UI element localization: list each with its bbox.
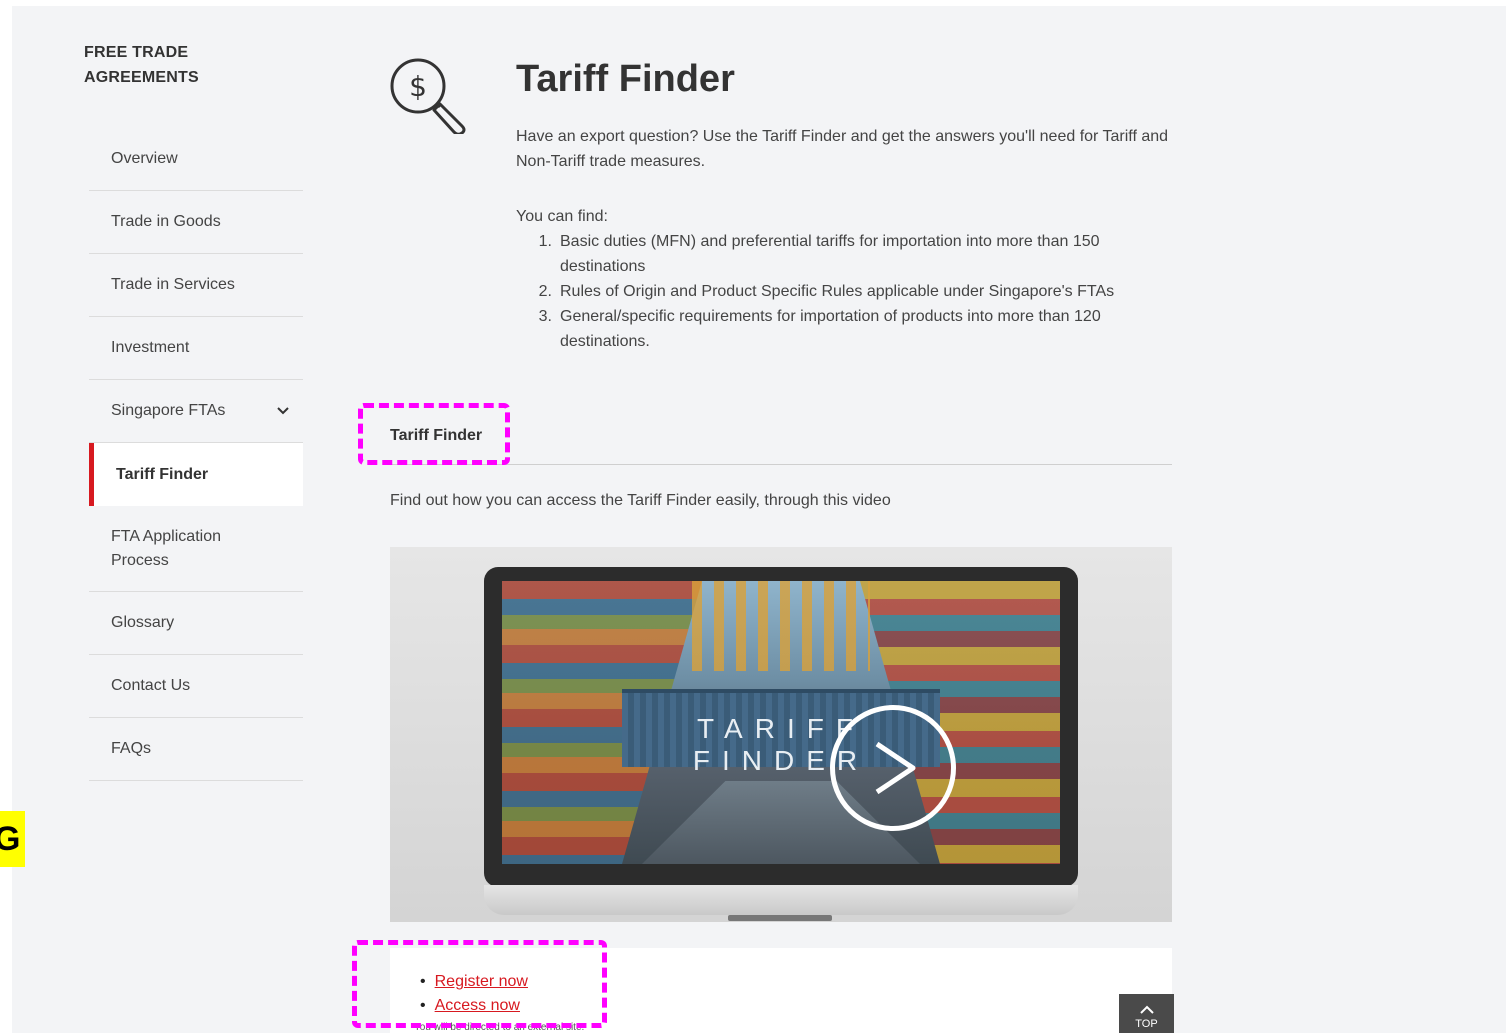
back-to-top-button[interactable]: TOP <box>1119 994 1174 1033</box>
sidebar-item-label: Contact Us <box>111 677 191 694</box>
highlight-box <box>358 403 510 465</box>
sidebar-item-faqs[interactable]: FAQs <box>89 718 303 781</box>
sidebar-item-singapore-ftas[interactable]: Singapore FTAs <box>89 380 303 443</box>
video-thumbnail: TARIFF FINDER <box>502 581 1060 864</box>
sidebar-item-trade-in-services[interactable]: Trade in Services <box>89 254 303 317</box>
sidebar-item-label: Trade in Services <box>111 276 235 293</box>
sidebar-item-glossary[interactable]: Glossary <box>89 592 303 655</box>
edge-marker: G <box>0 811 25 867</box>
sidebar-item-overview[interactable]: Overview <box>89 128 303 191</box>
list-item: 3. General/specific requirements for impo… <box>538 308 1101 350</box>
intro-text: Have an export question? Use the Tariff … <box>516 128 1169 170</box>
sidebar-item-contact-us[interactable]: Contact Us <box>89 655 303 718</box>
video-intro-text: Find out how you can access the Tariff F… <box>390 492 891 509</box>
sidebar-item-label: FTA Application Process <box>111 527 221 569</box>
sidebar-item-trade-in-goods[interactable]: Trade in Goods <box>89 191 303 254</box>
list-item: 1. Basic duties (MFN) and preferential ta… <box>538 233 1100 275</box>
svg-text:$: $ <box>409 70 427 103</box>
sidebar-nav: Overview Trade in Goods Trade in Service… <box>89 128 303 781</box>
sidebar-item-fta-application-process[interactable]: FTA Application Process <box>89 506 303 592</box>
laptop-base <box>484 885 1078 915</box>
sidebar-item-label: Singapore FTAs <box>111 402 226 419</box>
play-icon[interactable] <box>830 705 956 831</box>
sidebar-item-label: Investment <box>111 339 190 356</box>
sidebar-item-tariff-finder[interactable]: Tariff Finder <box>89 443 303 506</box>
sidebar-heading: FREE TRADE AGREEMENTS <box>84 44 199 86</box>
sidebar-item-label: Overview <box>111 150 178 167</box>
back-to-top-label: TOP <box>1135 1018 1158 1030</box>
sidebar-item-label: FAQs <box>111 740 152 757</box>
sidebar-item-label: Trade in Goods <box>111 213 221 230</box>
find-label: You can find: <box>516 208 608 225</box>
sidebar-item-label: Tariff Finder <box>116 465 209 483</box>
highlight-box <box>352 940 607 1028</box>
section-divider <box>390 464 1172 465</box>
find-list: 1. Basic duties (MFN) and preferential ta… <box>516 229 1176 354</box>
dollar-magnifier-icon: $ <box>388 58 470 136</box>
chevron-down-icon[interactable] <box>277 404 289 418</box>
sidebar-item-label: Glossary <box>111 614 175 631</box>
list-item: 2. Rules of Origin and Product Specific R… <box>538 283 1115 300</box>
page-title: Tariff Finder <box>516 58 735 100</box>
sidebar-item-investment[interactable]: Investment <box>89 317 303 380</box>
chevron-up-icon <box>1119 1000 1174 1018</box>
laptop-frame: TARIFF FINDER <box>484 567 1078 887</box>
video-player[interactable]: TARIFF FINDER <box>390 547 1172 922</box>
